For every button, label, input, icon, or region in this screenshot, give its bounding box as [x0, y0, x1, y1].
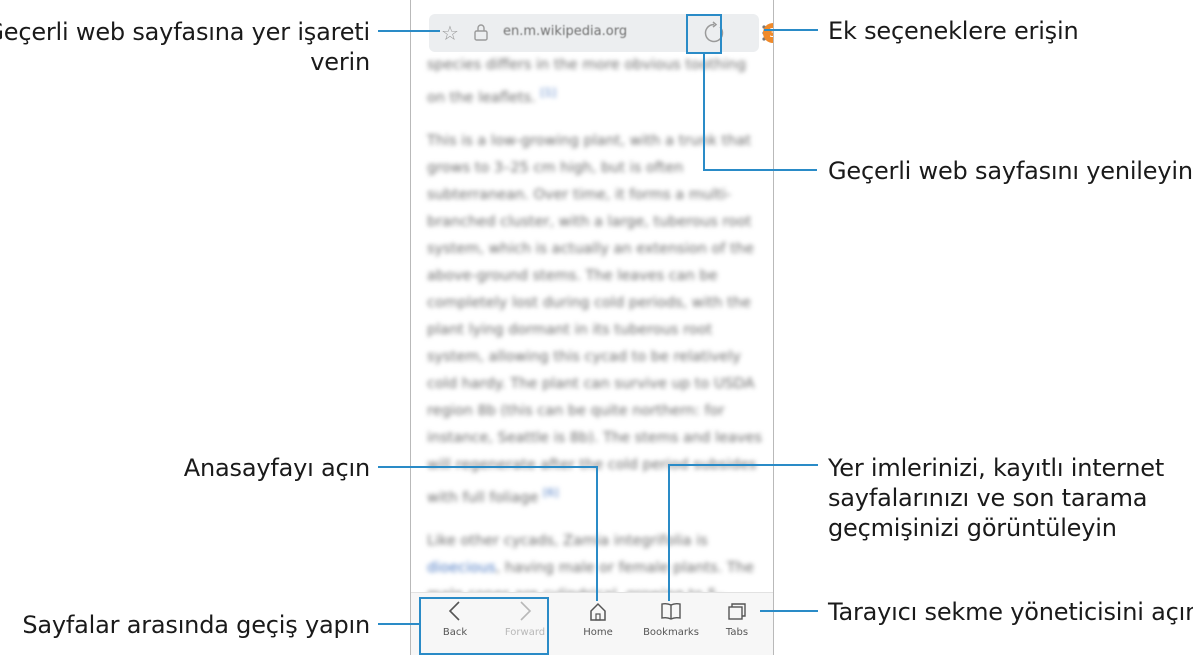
callout-tab-manager: Tarayıcı sekme yöneticisini açın — [828, 598, 1193, 626]
callout-line-tabs — [760, 610, 818, 612]
callout-line-reload — [703, 54, 705, 170]
bookmarks-button[interactable]: Bookmarks — [641, 599, 701, 638]
article-link[interactable]: dioecious — [427, 560, 496, 576]
paragraph: This is a low-growing plant, with a trun… — [427, 132, 762, 506]
callout-bracket-navigate — [419, 597, 549, 655]
callout-line-reload-h — [703, 169, 817, 171]
home-label: Home — [583, 627, 613, 638]
lock-icon — [474, 24, 488, 41]
tabs-icon — [728, 603, 746, 620]
callout-line-bookmark — [378, 30, 440, 32]
browser-screen: ☆ en.m.wikipedia.org 3 species differs i… — [410, 0, 774, 655]
reference-link[interactable]: [6] — [543, 486, 559, 499]
callout-reload: Geçerli web sayfasını yenileyin — [828, 157, 1193, 185]
star-icon[interactable]: ☆ — [441, 21, 459, 45]
callout-line-home-v — [596, 466, 598, 601]
callout-line-bookmarks-h — [668, 464, 818, 466]
callout-line-more — [764, 29, 818, 31]
callout-bookmarks: Yer imlerinizi, kayıtlı internet sayfala… — [828, 454, 1165, 542]
url-text[interactable]: en.m.wikipedia.org — [503, 24, 627, 39]
bookmarks-label: Bookmarks — [643, 627, 699, 638]
home-button[interactable]: Home — [568, 599, 628, 638]
callout-navigate: Sayfalar arasında geçiş yapın — [22, 611, 370, 639]
callout-more-options: Ek seçeneklere erişin — [828, 17, 1079, 45]
paragraph: species differs in the more obvious toot… — [427, 57, 747, 106]
home-icon — [590, 602, 606, 621]
callout-line-bookmarks-v — [668, 464, 670, 601]
callout-home: Anasayfayı açın — [183, 454, 370, 482]
callout-line-home-h — [378, 466, 598, 468]
tabs-label: Tabs — [725, 627, 749, 638]
callout-bracket-reload — [686, 14, 722, 54]
bookmarks-icon — [661, 602, 681, 620]
tabs-button[interactable]: Tabs — [707, 599, 767, 638]
callout-line-navigate — [378, 623, 420, 625]
callout-bookmark: Geçerli web sayfasına yer işareti verin — [0, 18, 370, 76]
reference-link[interactable]: [1] — [540, 86, 556, 99]
